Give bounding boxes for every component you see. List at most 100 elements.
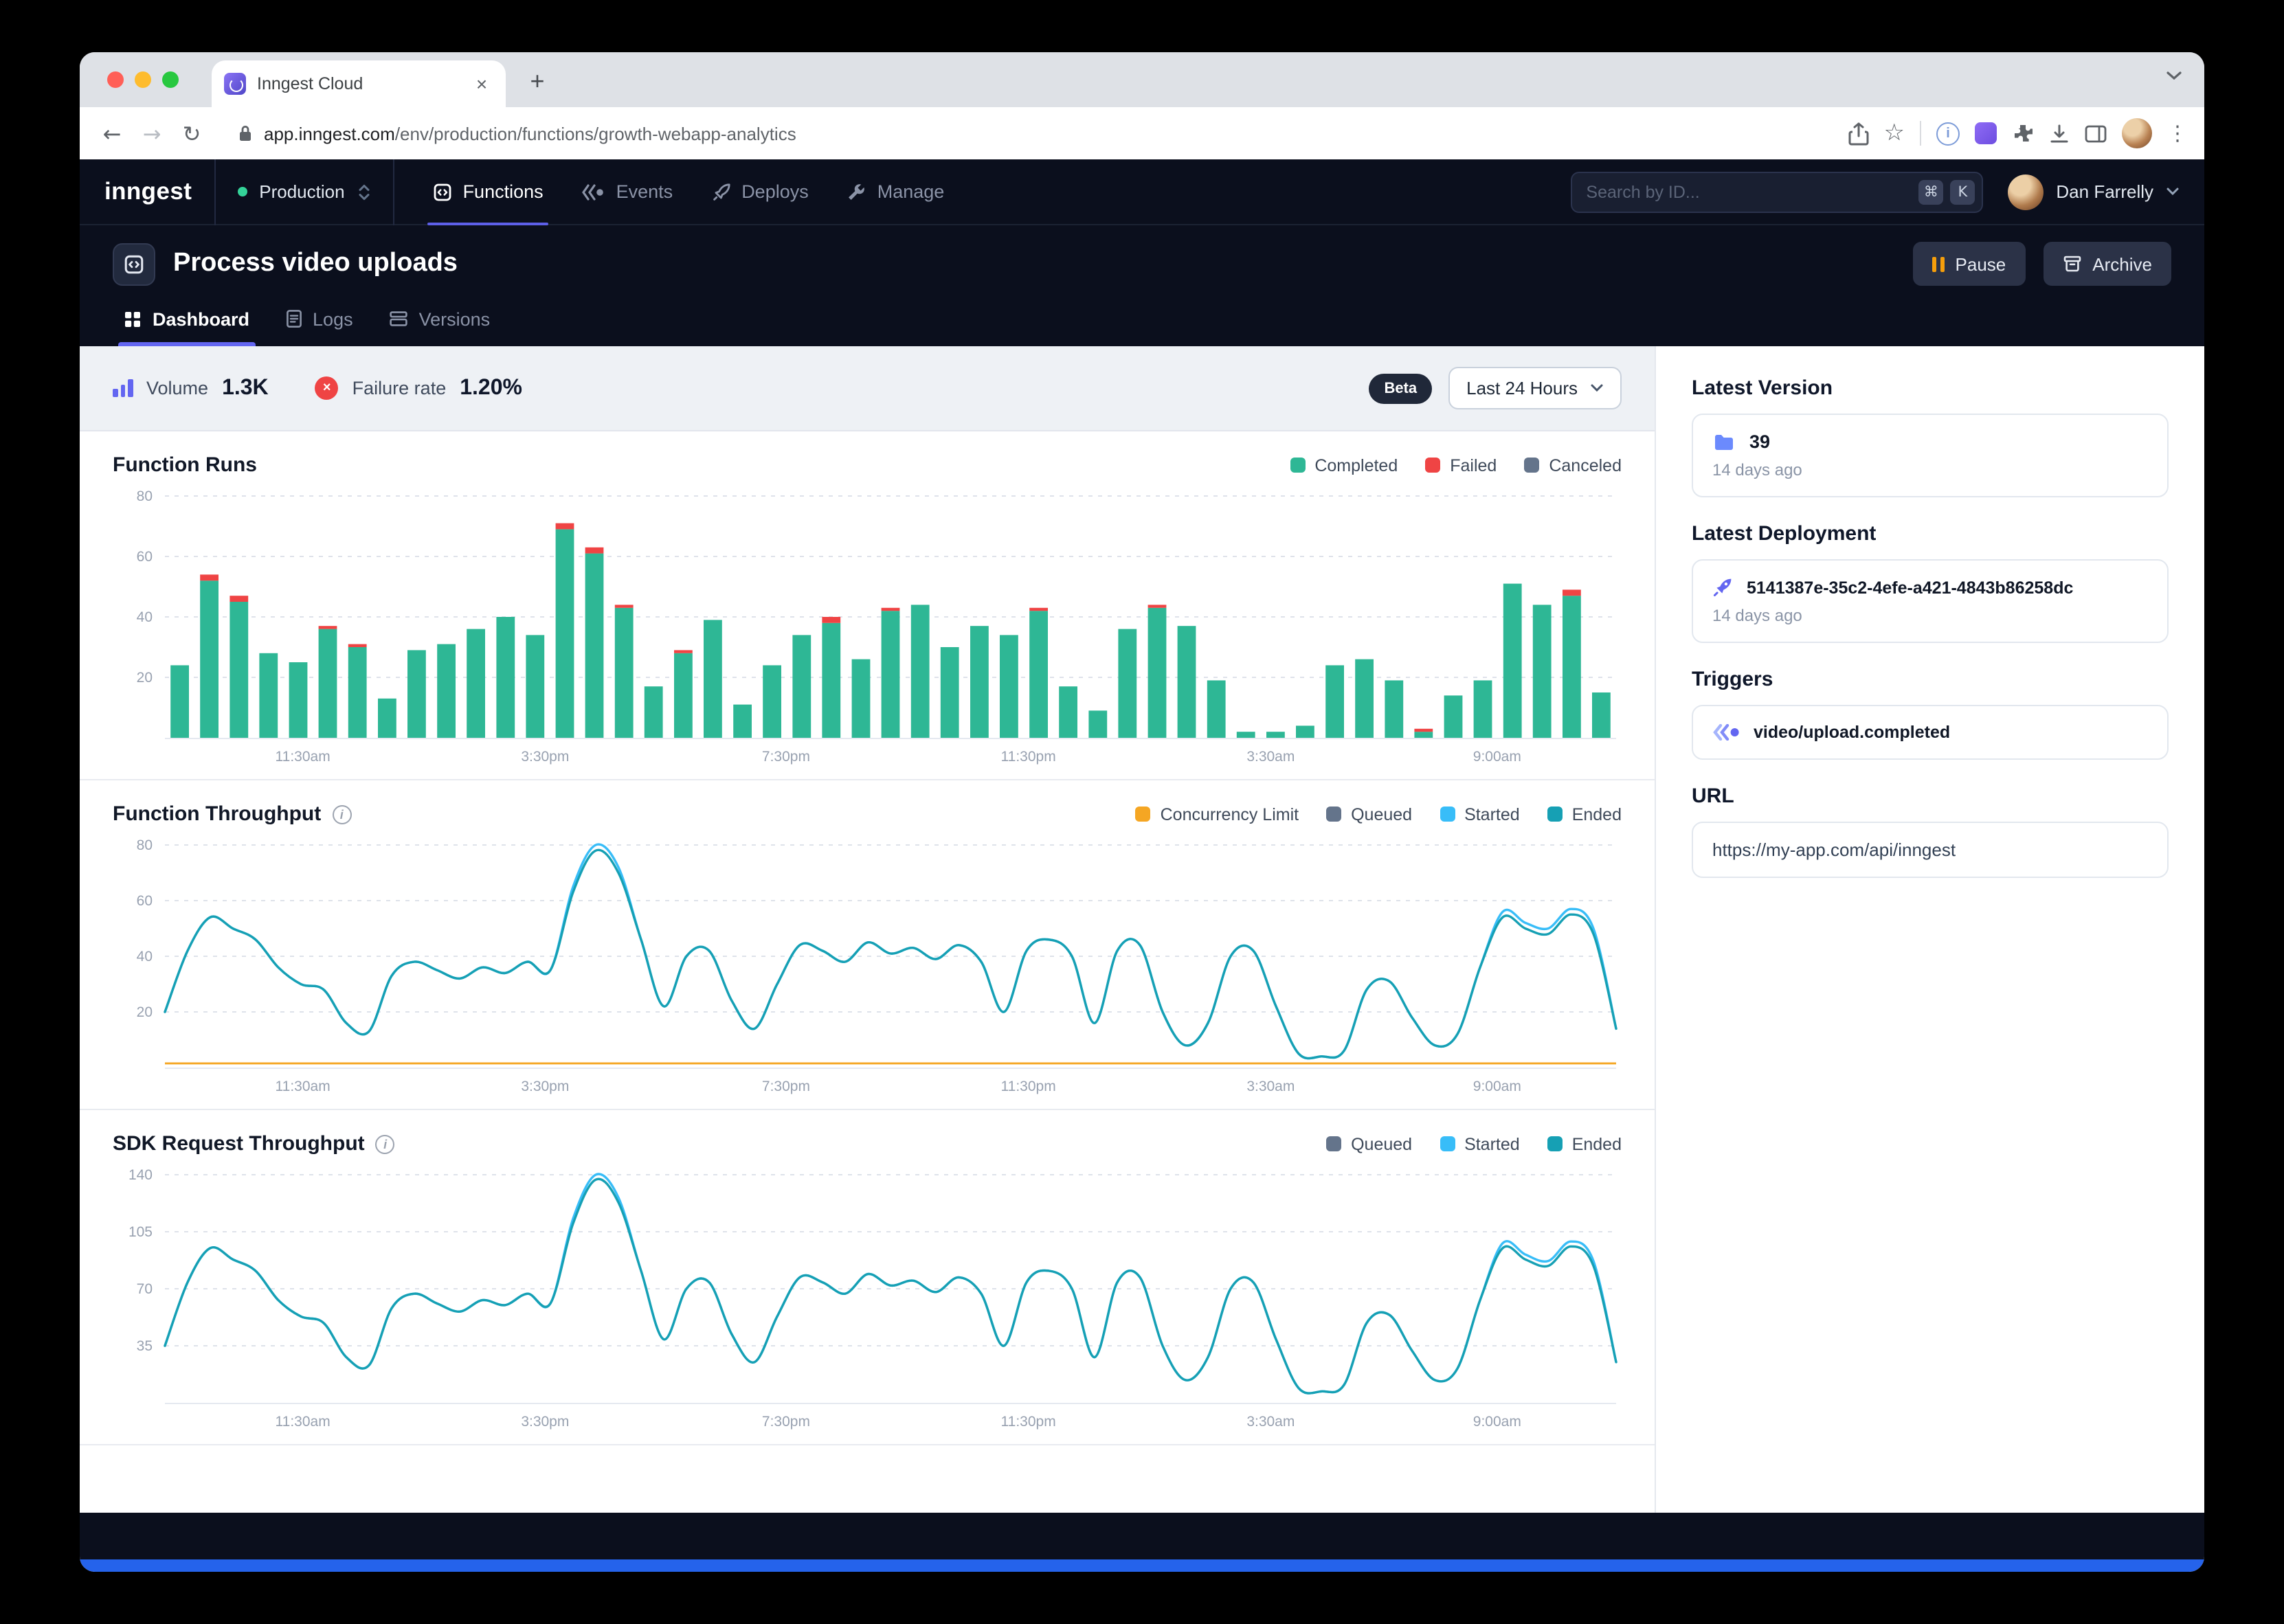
cmd-keycap: ⌘: [1918, 179, 1943, 204]
legend-item-ended[interactable]: Ended: [1547, 1134, 1622, 1153]
svg-text:20: 20: [137, 670, 153, 686]
fullscreen-window-button[interactable]: [162, 71, 179, 88]
svg-text:3:30pm: 3:30pm: [521, 749, 569, 765]
function-throughput-section: Function Throughput i Concurrency Limit …: [80, 780, 1655, 1110]
svg-text:20: 20: [137, 1004, 153, 1020]
svg-text:3:30pm: 3:30pm: [521, 1079, 569, 1094]
legend-label: Started: [1464, 804, 1520, 824]
svg-text:105: 105: [128, 1224, 153, 1240]
bookmark-star-icon[interactable]: ☆: [1884, 120, 1905, 147]
stats-bar: Volume 1.3K × Failure rate 1.20% Beta La…: [80, 346, 1655, 431]
user-menu[interactable]: Dan Farrelly: [2008, 174, 2180, 210]
latest-version-value: 39: [1749, 431, 1770, 452]
legend-item-completed[interactable]: Completed: [1290, 455, 1398, 475]
latest-deployment-heading: Latest Deployment: [1692, 522, 2169, 545]
close-window-button[interactable]: [107, 71, 124, 88]
browser-menu-icon[interactable]: ⋮: [2167, 121, 2188, 146]
extensions-puzzle-icon[interactable]: [2012, 122, 2034, 144]
pause-label: Pause: [1956, 253, 2006, 274]
share-icon[interactable]: [1848, 122, 1869, 145]
tab-title: Inngest Cloud: [257, 74, 459, 93]
volume-label: Volume: [146, 378, 208, 398]
svg-text:3:30am: 3:30am: [1246, 749, 1295, 765]
environment-selector[interactable]: Production: [214, 159, 394, 225]
legend-swatch: [1547, 1136, 1563, 1151]
legend-item-queued[interactable]: Queued: [1326, 1134, 1412, 1153]
svg-text:40: 40: [137, 949, 153, 965]
tab-label: Dashboard: [153, 308, 249, 329]
nav-item-deploys[interactable]: Deploys: [697, 159, 822, 225]
user-name: Dan Farrelly: [2056, 181, 2153, 202]
failure-rate-stat: × Failure rate 1.20%: [315, 376, 522, 401]
legend-item-ended[interactable]: Ended: [1547, 804, 1622, 824]
extension-icon[interactable]: [1975, 122, 1997, 144]
legend-label: Concurrency Limit: [1161, 804, 1299, 824]
info-icon[interactable]: i: [332, 804, 351, 824]
browser-actions: ☆ i ⋮: [1848, 118, 2191, 148]
download-icon[interactable]: [2049, 123, 2070, 144]
legend-label: Failed: [1450, 455, 1497, 475]
svg-text:9:00am: 9:00am: [1473, 1414, 1521, 1430]
extension-icon[interactable]: i: [1936, 122, 1960, 145]
svg-text:3:30pm: 3:30pm: [521, 1414, 569, 1430]
legend-item-canceled[interactable]: Canceled: [1524, 455, 1622, 475]
search-box[interactable]: ⌘ K: [1571, 171, 1983, 212]
browser-tab[interactable]: Inngest Cloud ×: [212, 60, 506, 107]
latest-version-heading: Latest Version: [1692, 376, 2169, 400]
section-header: Function Runs Completed Failed Canceled: [113, 453, 1622, 477]
forward-icon[interactable]: →: [133, 115, 170, 152]
reload-icon[interactable]: ↻: [173, 115, 210, 152]
inngest-logo[interactable]: inngest: [104, 177, 192, 206]
side-panel-icon[interactable]: [2085, 124, 2107, 142]
inngest-favicon-icon: [224, 73, 246, 95]
legend-item-concurrency[interactable]: Concurrency Limit: [1136, 804, 1299, 824]
svg-text:11:30am: 11:30am: [276, 749, 331, 765]
legend-item-queued[interactable]: Queued: [1326, 804, 1412, 824]
function-runs-section: Function Runs Completed Failed Canceled …: [80, 431, 1655, 780]
latest-deployment-card[interactable]: 5141387e-35c2-4efe-a421-4843b86258dc 14 …: [1692, 559, 2169, 643]
svg-text:7:30pm: 7:30pm: [762, 749, 810, 765]
new-tab-button[interactable]: +: [519, 63, 555, 99]
svg-text:7:30pm: 7:30pm: [762, 1079, 810, 1094]
info-icon[interactable]: i: [376, 1134, 395, 1153]
chevron-down-icon: [2166, 187, 2180, 196]
address-bar[interactable]: app.inngest.com/env/production/functions…: [221, 114, 1837, 153]
close-tab-icon[interactable]: ×: [470, 72, 493, 95]
svg-text:11:30am: 11:30am: [276, 1079, 331, 1094]
nav-item-events[interactable]: Events: [568, 159, 687, 225]
url-card: https://my-app.com/api/inngest: [1692, 822, 2169, 878]
legend-item-failed[interactable]: Failed: [1425, 455, 1497, 475]
svg-text:60: 60: [137, 549, 153, 565]
svg-text:11:30am: 11:30am: [276, 1414, 331, 1430]
nav-item-functions[interactable]: Functions: [419, 159, 557, 225]
time-range-label: Last 24 Hours: [1466, 378, 1578, 398]
tab-dashboard[interactable]: Dashboard: [113, 291, 260, 346]
tab-label: Logs: [313, 308, 353, 329]
folder-icon: [1712, 432, 1736, 451]
rocket-icon: [1712, 577, 1733, 598]
svg-text:70: 70: [137, 1281, 153, 1297]
back-icon[interactable]: ←: [93, 115, 131, 152]
svg-text:60: 60: [137, 893, 153, 909]
tab-search-icon[interactable]: [2166, 70, 2182, 81]
legend-label: Queued: [1351, 1134, 1412, 1153]
latest-version-row: 39: [1712, 431, 2148, 452]
legend-swatch: [1425, 458, 1440, 473]
legend-item-started[interactable]: Started: [1440, 804, 1520, 824]
nav-item-manage[interactable]: Manage: [833, 159, 959, 225]
browser-profile-avatar[interactable]: [2122, 118, 2152, 148]
tab-logs[interactable]: Logs: [274, 291, 364, 346]
screen: Inngest Cloud × + ← → ↻ app.inngest.com/…: [0, 0, 2284, 1624]
archive-button[interactable]: Archive: [2043, 242, 2171, 286]
search-input[interactable]: [1586, 182, 1912, 201]
legend-item-started[interactable]: Started: [1440, 1134, 1520, 1153]
legend-label: Completed: [1314, 455, 1398, 475]
chart-legend: Completed Failed Canceled: [1290, 455, 1622, 475]
minimize-window-button[interactable]: [135, 71, 151, 88]
page-title-row: Process video uploads Pause Archive: [113, 242, 2171, 286]
svg-text:80: 80: [137, 488, 153, 504]
svg-text:35: 35: [137, 1338, 153, 1354]
tab-versions[interactable]: Versions: [378, 291, 502, 346]
time-range-dropdown[interactable]: Last 24 Hours: [1448, 367, 1622, 409]
pause-button[interactable]: Pause: [1914, 242, 2026, 286]
